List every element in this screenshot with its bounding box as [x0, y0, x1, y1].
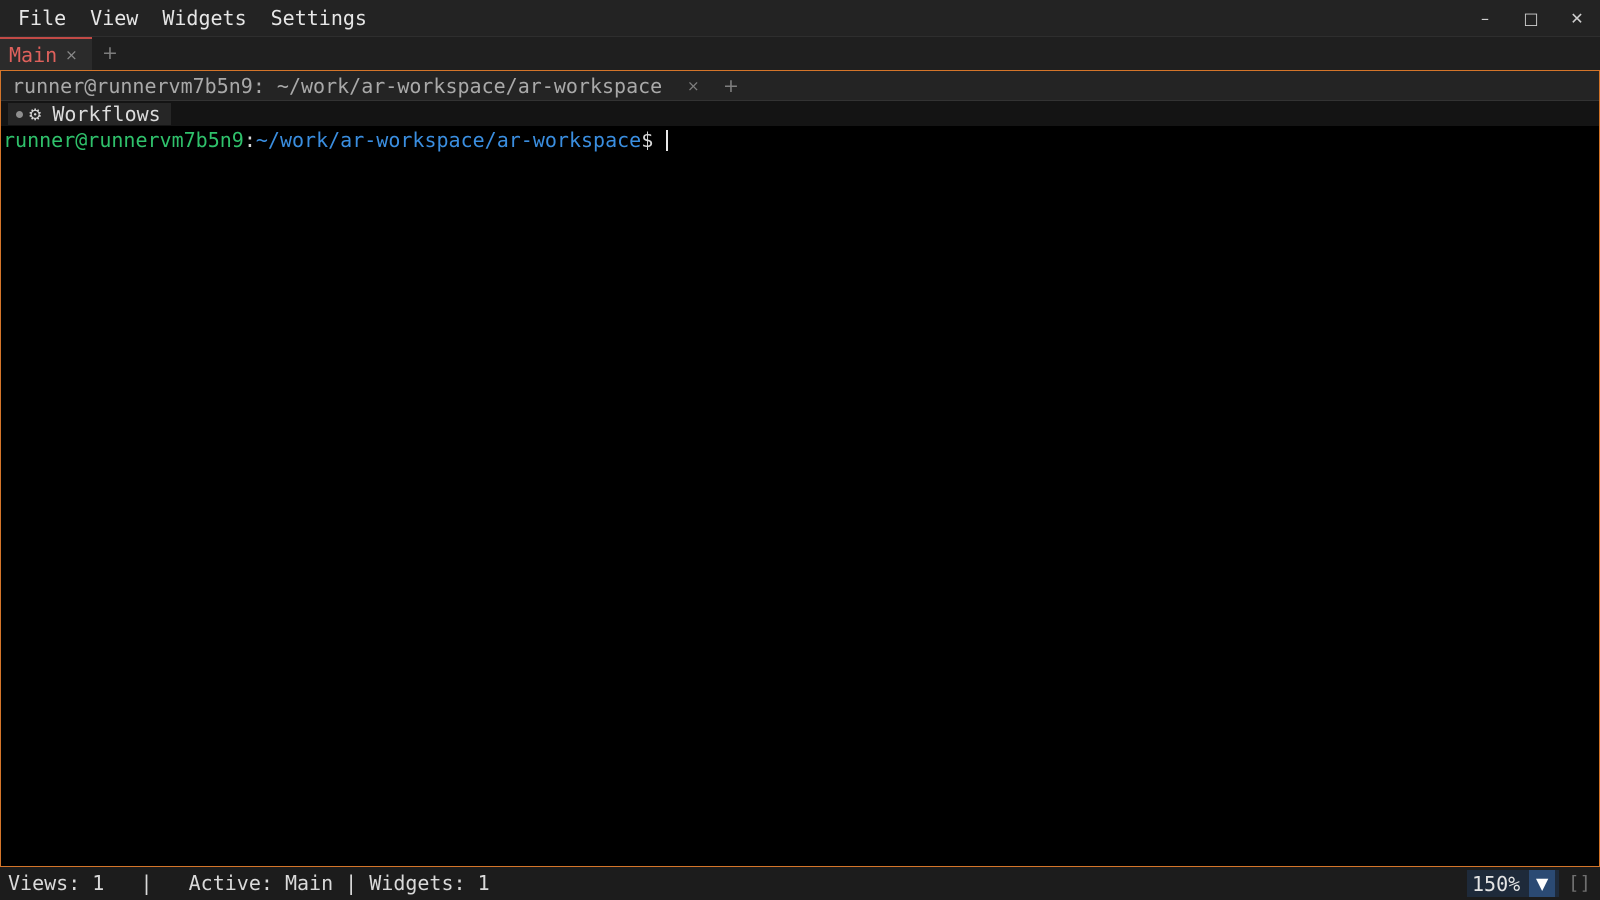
prompt-dollar: $: [641, 128, 654, 152]
pane-tab-bar: runner@runnervm7b5n9: ~/work/ar-workspac…: [1, 71, 1599, 101]
tab-main[interactable]: Main ×: [0, 37, 92, 70]
layout-toggle-button[interactable]: []: [1568, 867, 1591, 900]
menu-bar: File View Widgets Settings – □ ✕: [0, 0, 1600, 37]
text-cursor: [666, 129, 669, 151]
gear-icon: ⚙: [28, 104, 43, 124]
status-dot-icon: [16, 110, 23, 118]
workflows-bar: ⚙ Workflows: [1, 101, 1599, 126]
close-icon[interactable]: ×: [687, 71, 700, 101]
view-tab-bar: Main × +: [0, 37, 1600, 70]
tab-main-label: Main: [9, 42, 58, 67]
status-bar: Views: 1 | Active: Main | Widgets: 1 150…: [0, 867, 1600, 900]
chevron-down-icon[interactable]: ▼: [1529, 870, 1556, 897]
prompt-colon: :: [243, 128, 256, 152]
menu-widgets[interactable]: Widgets: [150, 0, 258, 37]
shell-prompt: runner@runnervm7b5n9: ~/work/ar-workspace…: [3, 126, 669, 154]
prompt-user-host: runner@runnervm7b5n9: [3, 128, 244, 152]
menu-view[interactable]: View: [78, 0, 150, 37]
workflows-label: Workflows: [52, 102, 161, 126]
menu-settings[interactable]: Settings: [259, 0, 379, 37]
zoom-selector[interactable]: 150% ▼: [1467, 870, 1559, 897]
zoom-level: 150%: [1472, 871, 1521, 896]
close-icon[interactable]: ×: [65, 46, 78, 64]
workflows-button[interactable]: ⚙ Workflows: [8, 102, 171, 126]
plus-icon[interactable]: +: [723, 71, 739, 101]
terminal-app-window: File View Widgets Settings – □ ✕ Main × …: [0, 0, 1600, 900]
add-tab-button[interactable]: +: [102, 37, 118, 70]
menu-items: File View Widgets Settings: [6, 0, 379, 37]
maximize-button[interactable]: □: [1508, 0, 1554, 37]
status-summary: Views: 1 | Active: Main | Widgets: 1: [8, 871, 490, 895]
window-controls: – □ ✕: [1462, 0, 1600, 37]
menu-file[interactable]: File: [6, 0, 78, 37]
terminal-output[interactable]: runner@runnervm7b5n9: ~/work/ar-workspace…: [2, 126, 1599, 866]
minimize-button[interactable]: –: [1462, 0, 1508, 37]
pane-tab-title[interactable]: runner@runnervm7b5n9: ~/work/ar-workspac…: [12, 71, 662, 101]
prompt-path: ~/work/ar-workspace/ar-workspace: [255, 128, 642, 152]
close-window-button[interactable]: ✕: [1554, 0, 1600, 37]
terminal-pane: runner@runnervm7b5n9: ~/work/ar-workspac…: [0, 70, 1600, 867]
